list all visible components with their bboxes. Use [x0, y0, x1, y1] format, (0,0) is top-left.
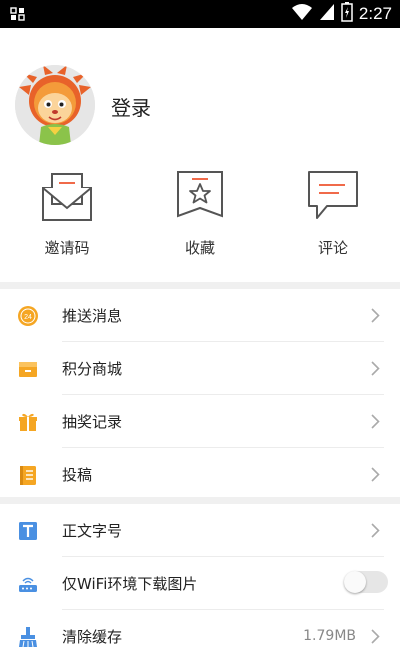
star-bookmark-icon: [172, 168, 228, 224]
quick-action-label: 邀请码: [44, 239, 90, 257]
wifi-router-icon: [17, 573, 39, 595]
points-store-icon: [17, 358, 39, 380]
status-time: 2:27: [358, 4, 392, 23]
font-size-icon: [17, 520, 39, 542]
lion-mascot-avatar-icon: [15, 65, 95, 145]
section-divider: [0, 497, 400, 504]
login-label[interactable]: 登录: [111, 92, 151, 121]
quick-action-label: 收藏: [184, 239, 215, 257]
avatar[interactable]: [15, 65, 95, 145]
envelope-icon: [39, 168, 95, 224]
quick-action-favorites[interactable]: 收藏: [145, 168, 255, 258]
wifi-icon: [291, 3, 313, 25]
clear-cache-icon: [17, 626, 39, 648]
menu-item-label: 抽奖记录: [62, 413, 123, 431]
chevron-right-icon: [371, 308, 380, 323]
menu-item-lottery-records[interactable]: 抽奖记录: [0, 395, 400, 448]
push-message-icon: 24: [17, 305, 39, 327]
svg-text:24: 24: [24, 314, 32, 321]
menu-item-points-store[interactable]: 积分商城: [0, 342, 400, 395]
battery-icon: [341, 2, 353, 26]
gift-icon: [17, 411, 39, 433]
wifi-only-toggle[interactable]: [344, 571, 388, 593]
menu-item-label: 推送消息: [62, 307, 123, 325]
menu-item-font-size[interactable]: 正文字号: [0, 504, 400, 557]
submission-icon: [17, 464, 39, 486]
menu-item-submission[interactable]: 投稿: [0, 448, 400, 501]
menu-item-wifi-only-images: 仅WiFi环境下载图片: [0, 557, 400, 610]
menu-item-clear-cache[interactable]: 清除缓存 1.79MB: [0, 610, 400, 663]
menu-item-push-messages[interactable]: 24 推送消息: [0, 289, 400, 342]
status-bar: 2:27: [0, 0, 400, 28]
chevron-right-icon: [371, 523, 380, 538]
profile-header: 登录 邀请码 收藏 评论: [0, 28, 400, 282]
chevron-right-icon: [371, 467, 380, 482]
quick-action-label: 评论: [317, 239, 348, 257]
signal-icon: [319, 3, 335, 25]
cache-size-value: 1.79MB: [303, 628, 356, 644]
toggle-knob: [344, 571, 366, 593]
chevron-right-icon: [371, 361, 380, 376]
menu-item-label: 清除缓存: [62, 628, 123, 646]
chevron-right-icon: [371, 629, 380, 644]
menu-item-label: 正文字号: [62, 522, 123, 540]
quick-action-invite-code[interactable]: 邀请码: [12, 168, 122, 258]
quick-action-comments[interactable]: 评论: [278, 168, 388, 258]
menu-item-label: 仅WiFi环境下载图片: [62, 575, 198, 593]
menu-item-label: 积分商城: [62, 360, 123, 378]
section-divider: [0, 282, 400, 289]
chevron-right-icon: [371, 414, 380, 429]
menu-item-label: 投稿: [62, 466, 93, 484]
comment-icon: [305, 168, 361, 224]
notification-icon: [10, 6, 26, 22]
